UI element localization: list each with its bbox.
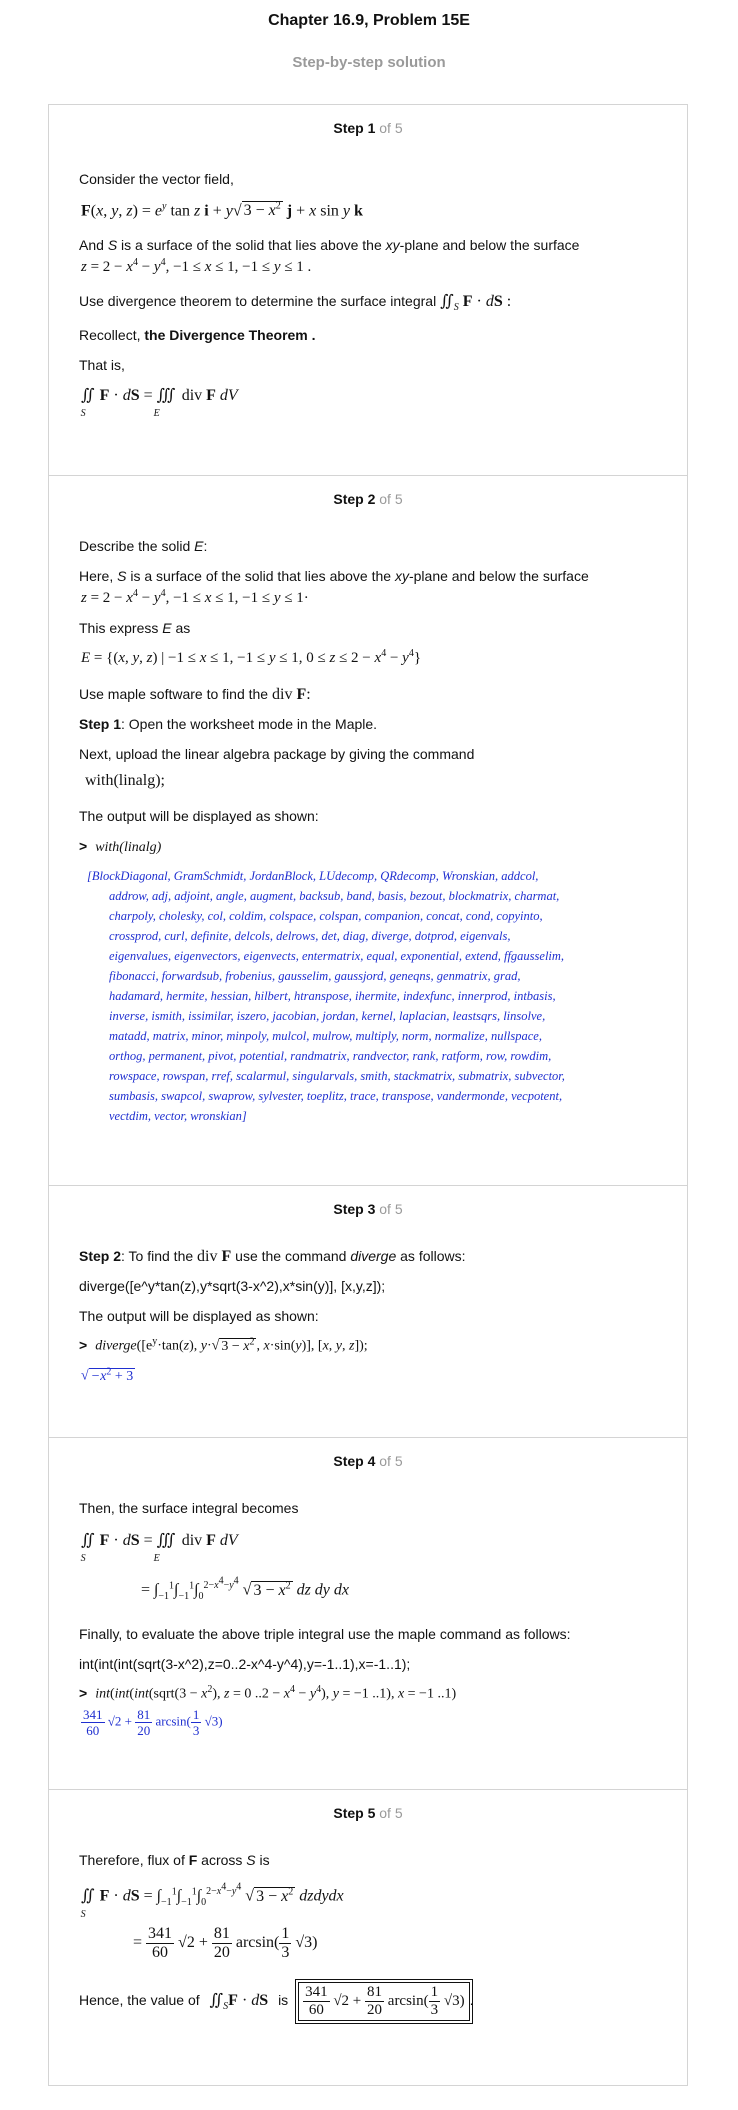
step-2-use-maple: Use maple software to find the div F:	[79, 686, 311, 703]
step-2-maple-output: [BlockDiagonal, GramSchmidt, JordanBlock…	[87, 866, 657, 1126]
step-3-heading: Step 3 of 5	[333, 1201, 403, 1217]
step-1-theorem: ∬SF · dS = ∭Ediv F dV	[80, 387, 238, 420]
maple-output-line: charpoly, cholesky, col, coldim, colspac…	[109, 909, 543, 923]
step-2-next-upload: Next, upload the linear algebra package …	[79, 746, 475, 762]
step-3-maple-prompt: > diverge([ey·tan(z), y·√ 3 − x2, x·sin(y)…	[79, 1336, 368, 1354]
step-4-line-1: ∬SF · dS = ∭Ediv F dV	[80, 1532, 238, 1565]
step-4-result: 341 60 √2 + 81 20 arcsin(1 3 √3)	[81, 1707, 223, 1738]
step-4-command: int(int(int(sqrt(3-x^2),z=0..2-x^4-y^4),…	[79, 1656, 411, 1672]
step-5-therefore: Therefore, flux of F across S is	[79, 1852, 270, 1868]
step-4-line-2: = ∫−11∫−11∫02−x4−y4 √ 3 − x2 dz dy dx	[141, 1576, 350, 1602]
step-2-here: Here, S is a surface of the solid that l…	[79, 568, 589, 584]
maple-output-line: rowspace, rowspan, rref, scalarmul, sing…	[109, 1069, 565, 1083]
step-1-use-divergence: Use divergence theorem to determine the …	[79, 293, 512, 314]
page-title: Chapter 16.9, Problem 15E	[268, 12, 470, 29]
maple-output-line: eigenvalues, eigenvectors, eigenvects, e…	[109, 949, 565, 963]
step-2-maple-prompt: > with(linalg)	[79, 838, 162, 855]
step-3-output-shown: The output will be displayed as shown:	[79, 1308, 319, 1324]
step-1-recollect: Recollect, the Divergence Theorem .	[79, 327, 316, 343]
step-3-step2: Step 2: To find the div F use the comman…	[79, 1248, 466, 1265]
step-5-card: Step 5 of 5 Therefore, flux of F across …	[48, 1790, 688, 2086]
step-2-card: Step 2 of 5 Describe the solid E: Here, …	[48, 476, 688, 1186]
step-3-result: √ −x2 + 3	[81, 1366, 136, 1384]
step-2-with-cmd: with(linalg);	[85, 772, 165, 789]
step-3-command: diverge([e^y*tan(z),y*sqrt(3-x^2),x*sin(…	[79, 1278, 386, 1294]
maple-output-line: vectdim, vector, wronskian]	[109, 1109, 247, 1123]
step-5-line-1: ∬SF · dS = ∫−11∫−11∫02−x4−y4 √ 3 − x2 dzd…	[80, 1882, 344, 1920]
step-1-that-is: That is,	[79, 357, 125, 373]
step-4-finally: Finally, to evaluate the above triple in…	[79, 1626, 571, 1642]
maple-output-line: crossprod, curl, definite, delcols, delr…	[109, 929, 511, 943]
step-4-card: Step 4 of 5 Then, the surface integral b…	[48, 1438, 688, 1790]
step-5-hence: Hence, the value of ∬SF · dS is 341 60 √2…	[79, 1979, 473, 2024]
step-5-heading: Step 5 of 5	[333, 1805, 403, 1821]
page-subtitle: Step-by-step solution	[292, 54, 446, 71]
step-1-vector-field: F(x, y, z) = ey tan z i + y√ 3 − x2 j + x…	[81, 201, 363, 220]
maple-output-line: orthog, permanent, pivot, potential, ran…	[109, 1049, 552, 1063]
step-2-output-shown: The output will be displayed as shown:	[79, 808, 319, 824]
step-1-surface: z = 2 − x4 − y4, −1 ≤ x ≤ 1, −1 ≤ y ≤ 1 …	[81, 257, 312, 275]
step-4-maple-prompt: > int(int(int(sqrt(3 − x2), z = 0 ..2 − x…	[79, 1684, 457, 1702]
step-1-card: Step 1 of 5 Consider the vector field, F…	[48, 104, 688, 476]
step-2-set: E = {(x, y, z) | −1 ≤ x ≤ 1, −1 ≤ y ≤ 1,…	[81, 648, 422, 666]
maple-output-line: addrow, adj, adjoint, angle, augment, ba…	[109, 889, 560, 903]
maple-output-line: hadamard, hermite, hessian, hilbert, htr…	[109, 989, 556, 1003]
step-5-answer-box: 341 60 √2 + 81 20 arcsin(1 3 √3)	[295, 1979, 473, 2024]
maple-output-line: [BlockDiagonal, GramSchmidt, JordanBlock…	[87, 869, 539, 883]
maple-output-line: sumbasis, swapcol, swaprow, sylvester, t…	[109, 1089, 563, 1103]
step-1-and-s: And S is a surface of the solid that lie…	[79, 237, 580, 253]
step-2-step1: Step 1: Open the worksheet mode in the M…	[79, 716, 378, 732]
step-1-heading: Step 1 of 5	[333, 120, 403, 136]
step-2-surface: z = 2 − x4 − y4, −1 ≤ x ≤ 1, −1 ≤ y ≤ 1·	[81, 588, 309, 606]
step-4-then: Then, the surface integral becomes	[79, 1500, 299, 1516]
maple-output-line: inverse, ismith, issimilar, iszero, jaco…	[109, 1009, 546, 1023]
step-2-express: This express E as	[79, 620, 191, 636]
maple-output-line: fibonacci, forwardsub, frobenius, gausse…	[109, 969, 521, 983]
step-4-heading: Step 4 of 5	[333, 1453, 403, 1469]
step-3-card: Step 3 of 5 Step 2: To find the div F us…	[48, 1186, 688, 1438]
step-5-line-2: = 341 60 √2 + 81 20 arcsin(1 3 √3)	[133, 1925, 318, 1961]
step-2-describe: Describe the solid E:	[79, 538, 208, 554]
maple-output-line: matadd, matrix, minor, minpoly, mulcol, …	[109, 1029, 542, 1043]
step-1-consider: Consider the vector field,	[79, 171, 234, 187]
step-2-heading: Step 2 of 5	[333, 491, 403, 507]
